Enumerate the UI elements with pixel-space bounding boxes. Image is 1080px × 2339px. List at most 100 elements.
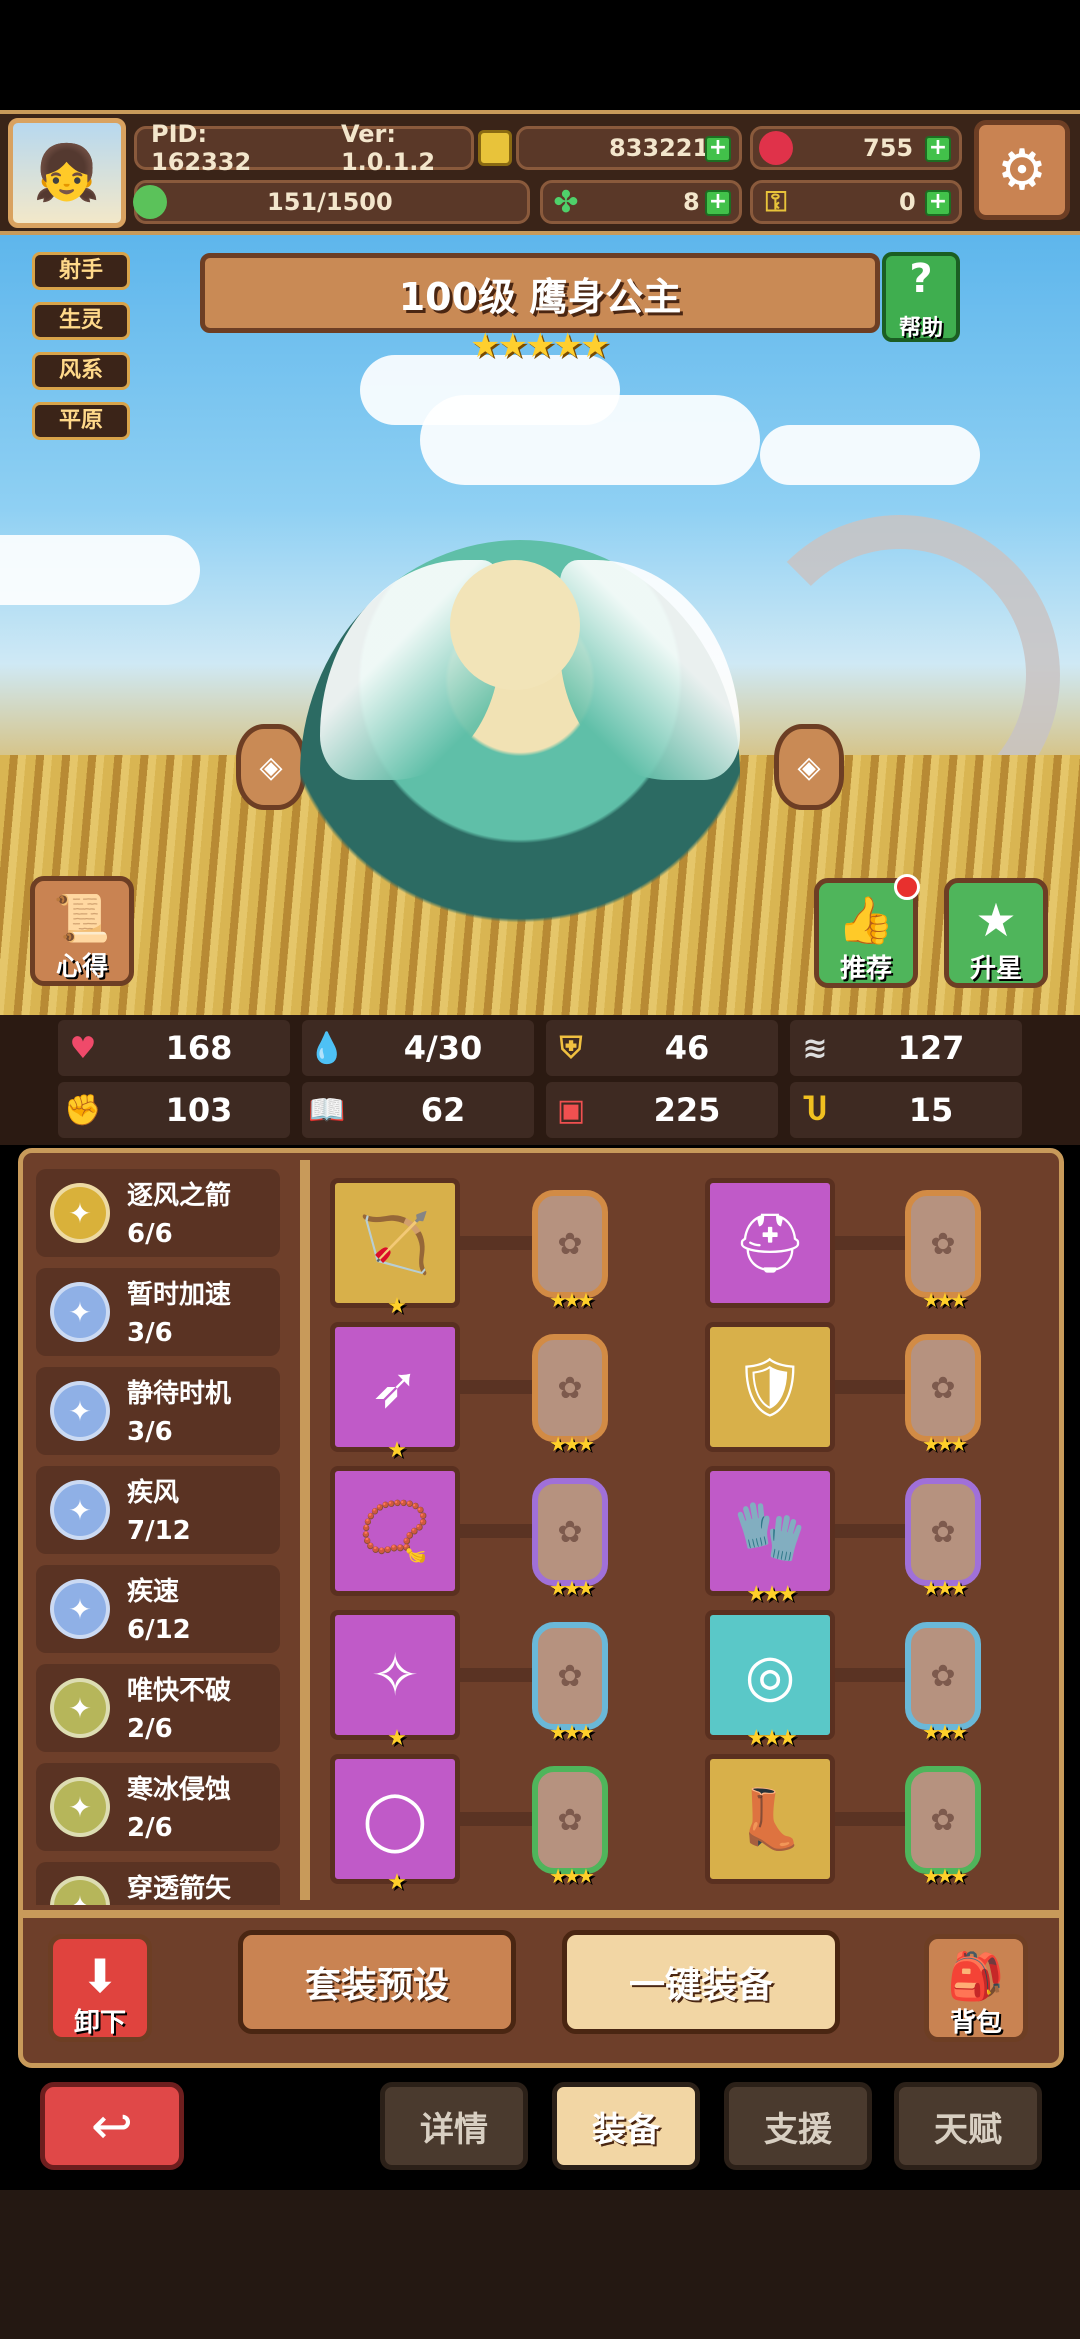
skill-icon: ✦ bbox=[50, 1480, 110, 1540]
belt-icon: ◎ bbox=[744, 1641, 796, 1709]
rune-slot[interactable]: ✿ ★★★ bbox=[532, 1334, 608, 1456]
helmet-icon: ⛑ bbox=[733, 1208, 807, 1277]
skill-progress: 6/6 bbox=[127, 1219, 173, 1249]
insight-label: 心得 bbox=[55, 952, 108, 982]
equip-slot-ring[interactable]: ◯ ★ bbox=[330, 1754, 460, 1895]
rune-slot[interactable]: ✿ ★★★ bbox=[905, 1190, 981, 1312]
insight-button[interactable]: 📜 心得 bbox=[30, 876, 134, 986]
tab-support[interactable]: 支援 bbox=[724, 2082, 872, 2170]
skill-progress: 3/6 bbox=[127, 1318, 173, 1348]
add-clover-button[interactable]: + bbox=[705, 190, 731, 216]
tab-equip[interactable]: 装备 bbox=[552, 2082, 700, 2170]
stat-defense-value: 46 bbox=[664, 1029, 710, 1067]
rune-slot[interactable]: ✿ ★★★ bbox=[532, 1766, 608, 1888]
equip-slot-weapon[interactable]: 🏹 ★ bbox=[330, 1178, 460, 1319]
tag-race[interactable]: 生灵 bbox=[32, 302, 130, 340]
preset-button[interactable]: 套装预设 bbox=[238, 1930, 516, 2034]
skill-item[interactable]: ✦ 逐风之箭 6/6 bbox=[32, 1165, 282, 1264]
back-button[interactable]: ↩ bbox=[40, 2082, 184, 2170]
tab-details[interactable]: 详情 bbox=[380, 2082, 528, 2170]
gold-coin-icon bbox=[478, 130, 512, 166]
rune-slot[interactable]: ✿ ★★★ bbox=[905, 1478, 981, 1600]
bag-button[interactable]: 🎒 背包 bbox=[924, 1934, 1028, 2042]
help-button[interactable]: ? 帮助 bbox=[882, 252, 960, 342]
settings-gear-button[interactable]: ⚙ bbox=[974, 120, 1070, 220]
skill-progress: 3/6 bbox=[127, 1417, 173, 1447]
rune-slot[interactable]: ✿ ★★★ bbox=[905, 1766, 981, 1888]
skill-progress: 2/6 bbox=[127, 1714, 173, 1744]
shield-icon: ⛨ bbox=[559, 1030, 583, 1066]
add-gems-button[interactable]: + bbox=[925, 136, 951, 162]
rune-slot[interactable]: ✿ ★★★ bbox=[532, 1622, 608, 1744]
skill-name: 逐风之箭 bbox=[127, 1181, 232, 1211]
rune-slot[interactable]: ✿ ★★★ bbox=[532, 1478, 608, 1600]
skill-progress: 2/6 bbox=[127, 1813, 173, 1843]
prev-hero-button[interactable]: ◈ bbox=[236, 724, 306, 810]
tag-element[interactable]: 风系 bbox=[32, 352, 130, 390]
equip-slot-gloves[interactable]: 🧤 ★★★ bbox=[705, 1466, 835, 1607]
hero-star-rating: ★★★★★ bbox=[470, 326, 610, 366]
slot-link bbox=[460, 1668, 532, 1682]
equip-slot-boots[interactable]: 👢 bbox=[705, 1754, 835, 1884]
stat-pickup-value: 15 bbox=[908, 1091, 954, 1129]
stat-hp: ♥ 168 bbox=[58, 1020, 290, 1076]
key-value: 0 bbox=[899, 188, 916, 216]
skill-item[interactable]: ✦穿透箭矢 bbox=[32, 1858, 282, 1905]
necklace-icon: 📿 bbox=[358, 1496, 432, 1565]
gems-value: 755 bbox=[863, 134, 914, 162]
skill-icon: ✦ bbox=[50, 1381, 110, 1441]
hero-head bbox=[450, 560, 580, 690]
equip-slot-ammo[interactable]: ➶ ★ bbox=[330, 1322, 460, 1463]
auto-equip-button[interactable]: 一键装备 bbox=[562, 1930, 840, 2034]
skill-item[interactable]: ✦ 暂时加速 3/6 bbox=[32, 1264, 282, 1363]
player-avatar[interactable]: 👧 bbox=[8, 118, 126, 228]
slot-link bbox=[460, 1524, 532, 1538]
fist-icon: ✊ bbox=[64, 1092, 102, 1128]
rune-slot[interactable]: ✿ ★★★ bbox=[905, 1334, 981, 1456]
clover-counter: ✤ 8 + bbox=[540, 180, 742, 224]
skill-item[interactable]: ✦ 静待时机 3/6 bbox=[32, 1363, 282, 1462]
skill-item[interactable]: ✦ 疾风 7/12 bbox=[32, 1462, 282, 1561]
rune-icon: ◈ bbox=[259, 749, 283, 785]
rune-slot[interactable]: ✿ ★★★ bbox=[905, 1622, 981, 1744]
bag-label: 背包 bbox=[949, 2008, 1002, 2038]
stat-magic-value: 62 bbox=[420, 1091, 466, 1129]
arrow-down-icon: ⬇ bbox=[80, 1949, 120, 2003]
equip-slot-gem[interactable]: ✧ ★ bbox=[330, 1610, 460, 1751]
gear-icon: ⚙ bbox=[996, 137, 1048, 203]
gems-counter: 755 + bbox=[750, 126, 962, 170]
add-gold-button[interactable]: + bbox=[705, 136, 731, 162]
add-key-button[interactable]: + bbox=[925, 190, 951, 216]
star-up-button[interactable]: ★ 升星 bbox=[944, 878, 1048, 988]
skill-icon: ✦ bbox=[50, 1282, 110, 1342]
arrow-icon: ➶ bbox=[370, 1353, 420, 1421]
skill-item[interactable]: ✦ 唯快不破 2/6 bbox=[32, 1660, 282, 1759]
equip-slot-necklace[interactable]: 📿 bbox=[330, 1466, 460, 1596]
ring-icon: ◯ bbox=[362, 1785, 428, 1853]
slot-link bbox=[835, 1236, 907, 1250]
stat-mana: 💧 4/30 bbox=[302, 1020, 534, 1076]
equip-slot-belt[interactable]: ◎ ★★★ bbox=[705, 1610, 835, 1751]
tag-class[interactable]: 射手 bbox=[32, 252, 130, 290]
tag-terrain[interactable]: 平原 bbox=[32, 402, 130, 440]
rune-slot[interactable]: ✿ ★★★ bbox=[532, 1190, 608, 1312]
unequip-button[interactable]: ⬇ 卸下 bbox=[48, 1934, 152, 2042]
stat-attack: ✊ 103 bbox=[58, 1082, 290, 1138]
stat-hp-value: 168 bbox=[165, 1029, 233, 1067]
back-arrow-icon: ↩ bbox=[91, 2097, 133, 2155]
tab-talent[interactable]: 天赋 bbox=[894, 2082, 1042, 2170]
pid-text: PID: 162332 bbox=[151, 120, 252, 176]
skill-item[interactable]: ✦ 疾速 6/12 bbox=[32, 1561, 282, 1660]
slot-link bbox=[835, 1812, 907, 1826]
skill-list[interactable]: ✦ 逐风之箭 6/6 ✦ 暂时加速 3/6 ✦ 静待时机 3/6 ✦ 疾风 7/12 ✦ 疾速 6/… bbox=[32, 1165, 282, 1905]
stat-mana-value: 4/30 bbox=[403, 1029, 483, 1067]
key-icon: ⚿ bbox=[765, 185, 787, 218]
skill-icon: ✦ bbox=[50, 1777, 110, 1837]
equip-slot-armor[interactable]: 🛡 bbox=[705, 1322, 835, 1452]
preset-label: 套装预设 bbox=[304, 1965, 449, 2006]
key-counter: ⚿ 0 + bbox=[750, 180, 962, 224]
skill-item[interactable]: ✦ 寒冰侵蚀 2/6 bbox=[32, 1759, 282, 1858]
next-hero-button[interactable]: ◈ bbox=[774, 724, 844, 810]
equip-slot-helmet[interactable]: ⛑ bbox=[705, 1178, 835, 1308]
slot-link bbox=[835, 1524, 907, 1538]
